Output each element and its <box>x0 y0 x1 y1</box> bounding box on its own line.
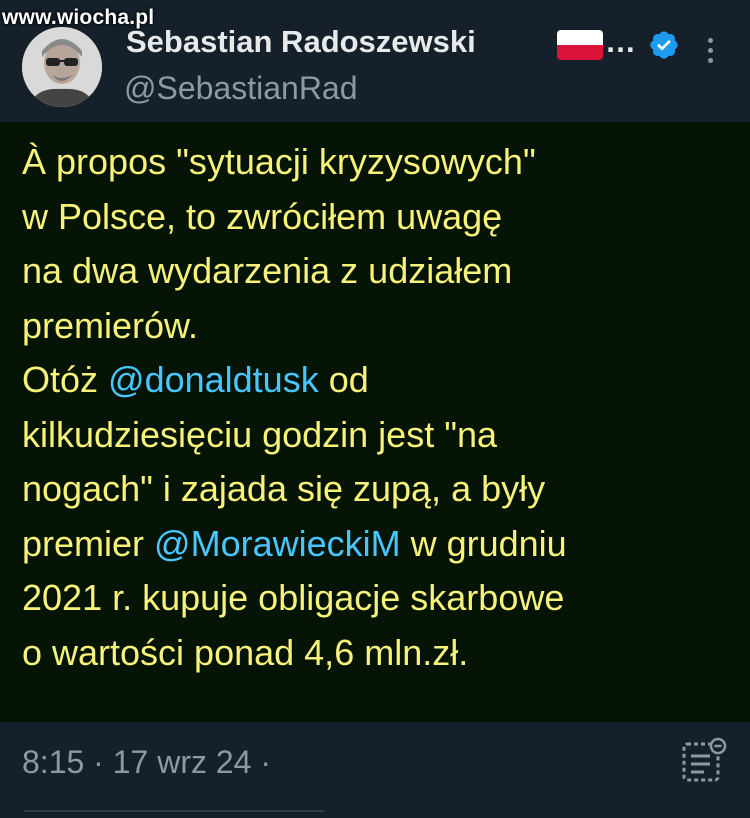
meta-separator-trailing: · <box>260 744 271 780</box>
avatar[interactable] <box>22 27 102 107</box>
tweet-line: nogach" i zajada się zupą, a były <box>22 462 742 517</box>
tweet-meta: 8:15 · 17 wrz 24 · <box>22 744 271 781</box>
post-analytics-icon[interactable] <box>680 736 728 784</box>
watermark: www.wiocha.pl <box>2 6 155 29</box>
tweet-text-segment: w grudniu <box>400 522 567 564</box>
tweet-text-segment: nogach" i zajada się zupą, a były <box>22 468 546 509</box>
tweet-text-segment: o wartości ponad 4,6 mln.zł. <box>22 631 469 673</box>
tweet-text: À propos "sytuacji kryzysowych" w Polsce,… <box>22 135 742 680</box>
tweet-text-segment: w Polsce, to zwróciłem uwagę <box>22 195 503 237</box>
display-name[interactable]: Sebastian Radoszewski <box>126 24 476 60</box>
tweet-line: na dwa wydarzenia z udziałem <box>22 244 742 299</box>
mention-link[interactable]: @MorawieckiM <box>154 523 401 564</box>
tweet-time[interactable]: 8:15 <box>22 744 84 780</box>
divider <box>24 810 324 812</box>
name-truncation: … <box>605 24 636 59</box>
poland-flag-icon <box>557 30 603 60</box>
tweet-text-segment: premier <box>22 522 155 564</box>
tweet-line: 2021 r. kupuje obligacje skarbowe <box>22 571 742 626</box>
tweet-text-segment: premierów. <box>22 304 199 346</box>
tweet-date[interactable]: 17 wrz 24 <box>113 744 252 780</box>
tweet-line: À propos "sytuacji kryzysowych" <box>22 135 742 190</box>
meta-separator: · <box>93 744 104 780</box>
tweet-text-segment: kilkudziesięciu godzin jest "na <box>22 413 498 455</box>
tweet-line: w Polsce, to zwróciłem uwagę <box>22 190 742 245</box>
tweet-line: kilkudziesięciu godzin jest "na <box>22 408 742 463</box>
tweet-text-segment: Otóż <box>22 359 109 400</box>
tweet-text-segment: na dwa wydarzenia z udziałem <box>22 250 513 291</box>
tweet-line: o wartości ponad 4,6 mln.zł. <box>22 626 742 681</box>
tweet-line: Otóż @donaldtusk od <box>22 353 742 408</box>
tweet-line: premierów. <box>22 299 742 354</box>
tweet-line: premier @MorawieckiM w grudniu <box>22 517 742 572</box>
verified-badge-icon <box>650 31 678 59</box>
mention-link[interactable]: @donaldtusk <box>108 359 319 400</box>
tweet-text-segment: od <box>318 359 369 400</box>
tweet-text-segment: 2021 r. kupuje obligacje skarbowe <box>22 577 565 618</box>
user-handle[interactable]: @SebastianRad <box>124 70 358 107</box>
more-options-icon[interactable] <box>698 38 722 74</box>
tweet-text-segment: À propos "sytuacji kryzysowych" <box>22 141 536 182</box>
